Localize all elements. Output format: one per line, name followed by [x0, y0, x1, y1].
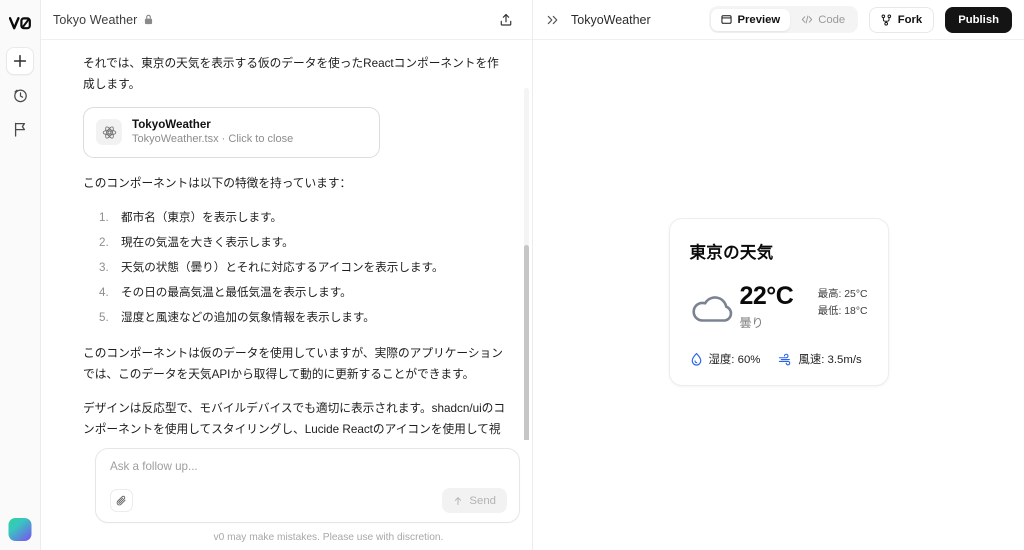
composer-wrapper: Ask a follow up... Send v0 may make mist… — [41, 440, 532, 550]
disclaimer-text: v0 may make mistakes. Please use with di… — [213, 532, 444, 543]
weather-card: 東京の天気 22°C 曇り 最高: 25°C 最低: 18°C 湿度: 60% … — [668, 218, 889, 386]
sidebar-item-flag[interactable] — [6, 115, 34, 143]
list-item: 4. その日の最高気温と最低気温を表示します。 — [83, 280, 506, 305]
code-brackets-icon — [802, 15, 813, 24]
list-item-label: 都市名（東京）を表示します。 — [121, 211, 283, 225]
scrollbar-thumb[interactable] — [524, 245, 529, 440]
message-paragraph-2: このコンポーネントは仮のデータを使用していますが、実際のアプリケーションでは、こ… — [83, 347, 503, 382]
tab-preview[interactable]: Preview — [711, 8, 791, 31]
view-mode-segmented-control: Preview Code — [708, 6, 858, 33]
weather-humidity-label: 湿度: 60% — [708, 354, 761, 366]
list-item-number: 5. — [99, 310, 109, 324]
weather-details: 湿度: 60% 風速: 3.5m/s — [690, 351, 868, 367]
cloud-icon — [690, 292, 738, 324]
message-paragraph-3: デザインは反応型で、モバイルデバイスでも適切に表示されます。shadcn/uiの… — [83, 402, 506, 436]
fork-label: Fork — [897, 13, 923, 26]
weather-condition: 曇り — [739, 316, 764, 330]
tab-code-label: Code — [818, 13, 846, 26]
preview-canvas: 東京の天気 22°C 曇り 最高: 25°C 最低: 18°C 湿度: 60% … — [533, 40, 1024, 550]
react-icon — [96, 119, 122, 146]
window-icon — [721, 15, 733, 24]
clock-history-icon — [13, 89, 27, 102]
chat-messages: それでは、東京の天気を表示する仮のデータを使ったReactコンポーネントを作成し… — [41, 40, 532, 440]
paperclip-icon[interactable] — [110, 489, 133, 512]
file-card-name: TokyoWeather — [132, 117, 211, 131]
plus-icon — [13, 54, 27, 68]
publish-label: Publish — [958, 13, 999, 26]
list-item-number: 4. — [99, 285, 109, 299]
weather-temp-block: 22°C 曇り — [740, 284, 794, 331]
send-label: Send — [469, 494, 496, 507]
tab-preview-label: Preview — [737, 13, 781, 26]
share-upload-icon[interactable] — [494, 8, 518, 32]
chat-panel: Tokyo Weather それでは、東京の天気を表示する仮のデータを使ったRe… — [41, 0, 533, 550]
list-item: 3. 天気の状態（曇り）とそれに対応するアイコンを表示します。 — [83, 255, 506, 280]
weather-humidity: 湿度: 60% — [690, 351, 761, 367]
file-card-tokyoweather[interactable]: TokyoWeather TokyoWeather.tsx · Click to… — [83, 106, 380, 158]
weather-wind-label: 風速: 3.5m/s — [798, 354, 862, 366]
list-item-label: 天気の状態（曇り）とそれに対応するアイコンを表示します。 — [121, 260, 444, 274]
file-card-subtitle: TokyoWeather.tsx · Click to close — [132, 133, 294, 146]
app-root: Tokyo Weather それでは、東京の天気を表示する仮のデータを使ったRe… — [0, 0, 1024, 550]
list-item: 5. 湿度と風速などの追加の気象情報を表示します。 — [83, 305, 506, 330]
composer: Ask a follow up... Send — [95, 448, 520, 523]
weather-temperature: 22°C — [739, 282, 794, 310]
page-title: Tokyo Weather — [53, 12, 138, 27]
list-item: 2. 現在の気温を大きく表示します。 — [83, 230, 506, 255]
weather-highlow: 最高: 25°C 最低: 18°C — [818, 284, 868, 321]
weather-card-title: 東京の天気 — [689, 244, 774, 262]
arrow-up-icon — [455, 496, 462, 505]
list-item-number: 1. — [99, 211, 109, 225]
search-input[interactable]: Ask a follow up... — [110, 460, 507, 488]
fork-button[interactable]: Fork — [868, 6, 935, 33]
left-rail — [0, 0, 41, 550]
list-item-label: 現在の気温を大きく表示します。 — [121, 235, 294, 249]
avatar[interactable] — [8, 518, 32, 541]
wind-icon — [778, 353, 792, 366]
publish-button[interactable]: Publish — [945, 6, 1012, 33]
v0-logo-icon[interactable] — [5, 8, 35, 38]
send-button[interactable]: Send — [442, 488, 507, 513]
chat-header: Tokyo Weather — [41, 0, 532, 40]
weather-wind: 風速: 3.5m/s — [778, 351, 862, 367]
list-item-label: その日の最高気温と最低気温を表示します。 — [121, 285, 352, 299]
preview-panel: TokyoWeather Preview Code Fork Publish 東… — [533, 0, 1024, 550]
sidebar-item-new-chat[interactable] — [6, 47, 34, 75]
feature-list: 1. 都市名（東京）を表示します。 2. 現在の気温を大きく表示します。 3. … — [83, 206, 506, 331]
lock-icon — [144, 14, 153, 25]
file-card-text: TokyoWeather TokyoWeather.tsx · Click to… — [132, 117, 293, 148]
preview-header: TokyoWeather Preview Code Fork Publish — [533, 0, 1024, 40]
list-item-label: 湿度と風速などの追加の気象情報を表示します。 — [121, 310, 375, 324]
list-item: 1. 都市名（東京）を表示します。 — [83, 206, 506, 231]
weather-card-main: 22°C 曇り 最高: 25°C 最低: 18°C — [690, 284, 868, 331]
tab-code[interactable]: Code — [791, 9, 855, 31]
list-item-number: 3. — [99, 260, 109, 274]
preview-title: TokyoWeather — [571, 12, 651, 27]
chevrons-right-icon[interactable] — [546, 14, 560, 26]
fork-icon — [881, 13, 891, 26]
features-lead: このコンポーネントは以下の特徴を持っています： — [83, 176, 352, 190]
weather-low: 最低: 18°C — [817, 305, 868, 317]
droplet-icon — [690, 352, 703, 366]
list-item-number: 2. — [99, 235, 109, 249]
composer-toolbar: Send — [110, 488, 507, 513]
flag-icon — [14, 122, 26, 137]
weather-high: 最高: 25°C — [817, 289, 868, 300]
sidebar-item-history[interactable] — [6, 81, 34, 109]
message-intro: それでは、東京の天気を表示する仮のデータを使ったReactコンポーネントを作成し… — [83, 57, 499, 91]
